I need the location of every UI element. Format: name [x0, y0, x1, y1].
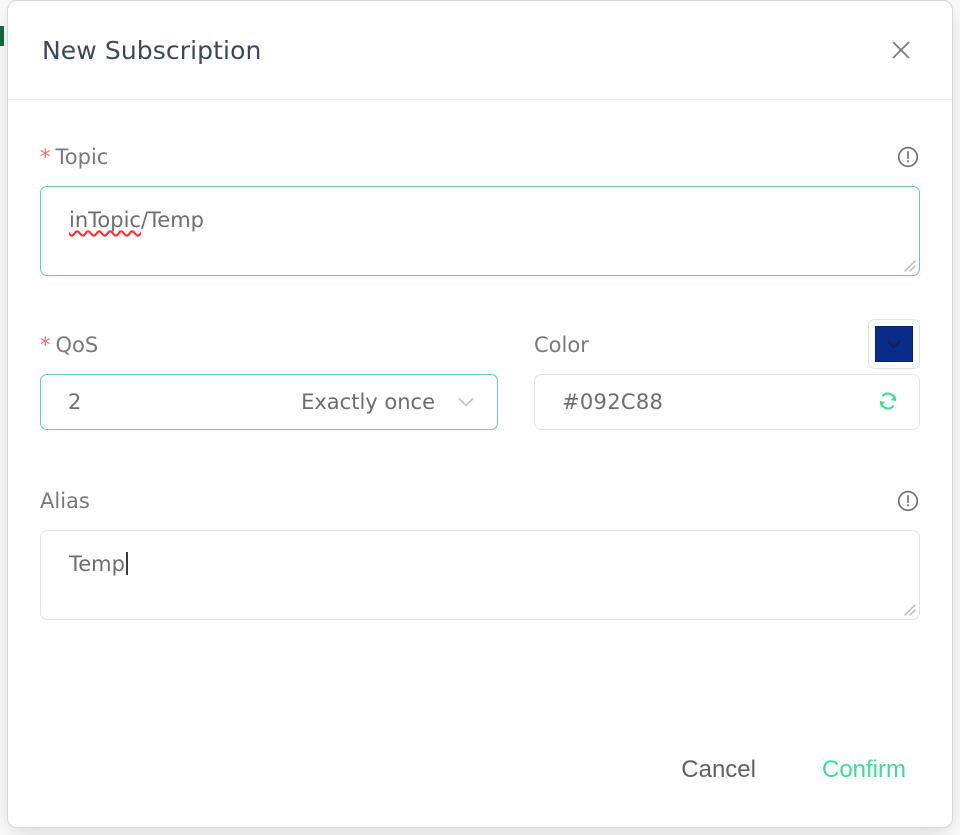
close-button[interactable] [886, 35, 916, 65]
topic-required-asterisk: * [40, 144, 51, 169]
qos-label-row: * QoS [40, 332, 498, 358]
color-hex-value: #092C88 [562, 390, 664, 414]
cancel-button[interactable]: Cancel [671, 752, 766, 788]
topic-label-text: Topic [55, 144, 109, 169]
alias-label-row: Alias [40, 488, 920, 514]
topic-field-block: * Topic inTopic/Temp [40, 144, 920, 276]
topic-value-misspelled: inTopic [69, 208, 141, 232]
alias-textarea[interactable]: Temp [40, 530, 920, 620]
qos-label: * QoS [40, 332, 99, 357]
alias-info-exclamation-circle-icon[interactable] [896, 489, 920, 513]
color-hex-input[interactable]: #092C88 [534, 374, 920, 430]
qos-label-text: QoS [55, 332, 99, 357]
color-label: Color [534, 332, 589, 357]
color-swatch-picker-button[interactable] [868, 319, 920, 369]
color-field-block: Color #092C88 [534, 319, 920, 430]
dialog-header: New Subscription [8, 1, 952, 100]
color-swatch [875, 326, 913, 362]
color-label-row: Color [534, 319, 920, 369]
topic-value-rest: /Temp [140, 208, 205, 232]
dialog-title: New Subscription [42, 35, 262, 65]
text-caret [125, 552, 128, 575]
alias-textarea-value-wrap: Temp [69, 552, 128, 577]
topic-label-row: * Topic [40, 144, 920, 170]
qos-select[interactable]: 2 Exactly once [40, 374, 498, 430]
new-subscription-dialog: New Subscription * Topic inTopic/Temp * … [7, 0, 953, 828]
qos-selected-option-label: Exactly once [301, 390, 435, 414]
topic-textarea-resize-handle[interactable] [901, 257, 916, 272]
topic-info-exclamation-circle-icon[interactable] [896, 145, 920, 169]
color-refresh-button[interactable] [875, 389, 901, 415]
qos-color-row: * QoS 2 Exactly once Color #092C88 [40, 319, 920, 430]
confirm-button[interactable]: Confirm [812, 752, 916, 788]
qos-selected-value: 2 [68, 390, 82, 414]
topic-label: * Topic [40, 144, 109, 169]
qos-required-asterisk: * [40, 332, 51, 357]
qos-chevron-down-icon [455, 391, 477, 413]
dialog-body: * Topic inTopic/Temp * QoS 2 Exactly onc… [8, 100, 952, 727]
close-icon [890, 39, 912, 61]
background-content-fragment [0, 26, 4, 46]
dialog-footer: Cancel Confirm [8, 727, 952, 827]
refresh-icon [876, 389, 900, 416]
alias-textarea-value: Temp [69, 552, 125, 576]
topic-textarea-value: inTopic/Temp [69, 208, 204, 233]
alias-textarea-resize-handle[interactable] [901, 601, 916, 616]
alias-field-block: Alias Temp [40, 488, 920, 620]
topic-textarea[interactable]: inTopic/Temp [40, 186, 920, 276]
qos-field-block: * QoS 2 Exactly once [40, 332, 498, 430]
alias-label: Alias [40, 488, 90, 513]
swatch-chevron-down-icon [887, 340, 901, 348]
